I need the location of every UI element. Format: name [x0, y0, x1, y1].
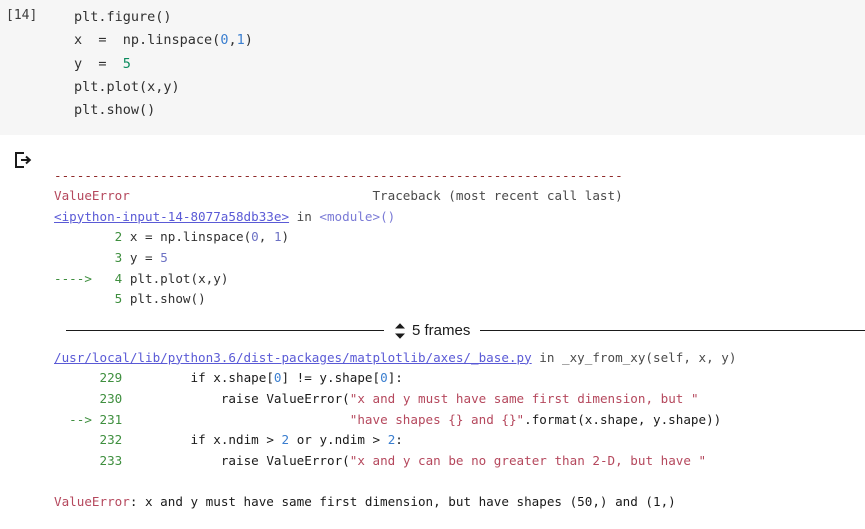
frame-2-source: 229 if x.shape[0] != y.shape[0]: 230 rai…	[54, 368, 865, 471]
collapsed-frames-divider: 5 frames	[0, 316, 865, 346]
code-token: "have shapes {} and {}"	[349, 411, 525, 427]
traceback-body-2: /usr/local/lib/python3.6/dist-packages/m…	[54, 348, 865, 472]
code-token: plt.show()	[74, 102, 156, 119]
frames-rule-right	[480, 330, 865, 332]
source-line-number: 5	[99, 291, 130, 307]
current-line-arrow	[54, 291, 100, 306]
source-indent	[130, 453, 221, 468]
traceback-source-line: 230 raise ValueError("x and y must have …	[54, 389, 865, 410]
code-token: .format(x.shape, y.shape))	[524, 411, 722, 427]
frame-1-source: 2 x = np.linspace(0, 1) 3 y = 5 ----> 4 p…	[54, 227, 865, 309]
frames-rule-left	[66, 330, 384, 332]
frame-function-1: <module>	[319, 208, 381, 224]
frame-args-1: ()	[380, 208, 396, 224]
current-line-arrow	[54, 432, 100, 447]
code-token: if x.ndim >	[190, 432, 282, 448]
code-token: y =	[129, 249, 161, 265]
traceback-source-line: 3 y = 5	[54, 248, 865, 269]
current-line-arrow	[54, 453, 100, 468]
notebook-output-cell: ----------------------------------------…	[0, 135, 865, 513]
frame-location-link[interactable]: <ipython-input-14-8077a58db33e>	[54, 209, 289, 224]
traceback-source-line: 5 plt.show()	[54, 289, 865, 310]
traceback-note: Traceback (most recent call last)	[372, 188, 623, 204]
code-token: x = np.linspace(	[129, 229, 252, 245]
traceback-divider: ----------------------------------------…	[54, 167, 623, 183]
code-line: y = 5	[74, 53, 865, 76]
code-line: plt.plot(x,y)	[74, 76, 865, 99]
code-token: 1	[236, 32, 245, 49]
source-line-number: 231	[99, 411, 130, 427]
frames-count-label[interactable]: 5 frames	[412, 322, 470, 339]
code-token: ]:	[387, 370, 403, 386]
code-token: plt.figure()	[74, 9, 172, 25]
current-line-arrow: ---->	[54, 270, 100, 286]
code-token: 0	[251, 229, 259, 245]
source-line-number: 4	[99, 270, 130, 286]
current-line-arrow	[54, 391, 100, 406]
code-token: "x and y must have same first dimension,…	[349, 390, 699, 406]
in-keyword-2: in	[531, 349, 563, 365]
source-line-number: 229	[99, 370, 130, 386]
current-line-arrow	[54, 250, 100, 265]
current-line-arrow	[54, 229, 100, 244]
code-token: ,	[258, 229, 274, 245]
source-line-number: 233	[99, 452, 130, 468]
final-exception-message: : x and y must have same first dimension…	[129, 494, 676, 510]
code-token: plt.plot(x,y)	[129, 270, 229, 286]
code-token: plt.show()	[129, 291, 206, 307]
source-indent	[130, 412, 350, 427]
source-line-number: 230	[99, 390, 130, 406]
code-token: 2	[281, 432, 290, 448]
code-token: raise ValueError(	[220, 390, 350, 406]
frame-path-link[interactable]: /usr/local/lib/python3.6/dist-packages/m…	[54, 350, 532, 365]
code-line: plt.show()	[74, 99, 865, 122]
final-exception-name: ValueError	[54, 494, 130, 510]
cell-execution-count[interactable]: [14]	[6, 8, 37, 23]
code-token: or y.ndim >	[289, 432, 388, 448]
exception-name: ValueError	[54, 188, 130, 204]
code-editor[interactable]: plt.figure() x = np.linspace(0,1) y = 5 plt…	[74, 6, 865, 122]
notebook-code-cell[interactable]: [14] plt.figure() x = np.linspace(0,1) y =…	[0, 0, 865, 135]
code-token: plt.plot(x,y)	[74, 78, 180, 95]
source-line-number: 2	[99, 229, 130, 245]
code-token: y =	[74, 55, 123, 72]
code-line: plt.figure()	[74, 6, 865, 29]
code-line: x = np.linspace(0,1)	[74, 29, 865, 52]
code-token: 5	[122, 55, 131, 72]
code-token: ] != y.shape[	[281, 370, 381, 386]
final-error-line: ValueError: x and y must have same first…	[54, 492, 865, 513]
traceback-source-line: 2 x = np.linspace(0, 1)	[54, 227, 865, 248]
source-indent	[130, 370, 191, 385]
source-line-number: 3	[99, 249, 130, 265]
current-line-arrow: -->	[54, 411, 100, 427]
code-token: )	[244, 32, 253, 49]
source-line-number: 232	[99, 432, 130, 448]
code-token: 5	[160, 249, 168, 265]
traceback-source-line: --> 231 "have shapes {} and {}".format(x…	[54, 410, 865, 431]
source-indent	[130, 432, 191, 447]
code-token: 0	[273, 370, 282, 386]
expand-collapse-chevrons-icon[interactable]	[394, 322, 406, 340]
current-line-arrow	[54, 370, 100, 385]
traceback-spacer	[130, 188, 373, 203]
traceback-body: ----------------------------------------…	[54, 145, 865, 310]
traceback-source-line: 232 if x.ndim > 2 or y.ndim > 2:	[54, 430, 865, 451]
code-token: 0	[380, 370, 388, 386]
code-token: if x.shape[	[190, 370, 274, 386]
expand-frames-toggle[interactable]: 5 frames	[384, 322, 480, 340]
output-arrow-icon	[13, 150, 33, 170]
source-indent	[130, 391, 221, 406]
traceback-source-line: ----> 4 plt.plot(x,y)	[54, 269, 865, 290]
code-token: )	[281, 229, 290, 245]
code-token: "x and y can be no greater than 2-D, but…	[349, 452, 707, 468]
code-token: :	[395, 432, 403, 448]
code-token: 1	[273, 229, 282, 245]
traceback-source-line: 229 if x.shape[0] != y.shape[0]:	[54, 368, 865, 389]
code-token: ,	[228, 32, 237, 49]
frame-function-2: _xy_from_xy(self, x, y)	[562, 349, 737, 365]
traceback-source-line: 233 raise ValueError("x and y can be no …	[54, 451, 865, 472]
code-token: x = np.linspace(	[74, 32, 221, 49]
in-keyword-1: in	[289, 208, 320, 224]
code-token: raise ValueError(	[220, 452, 350, 468]
